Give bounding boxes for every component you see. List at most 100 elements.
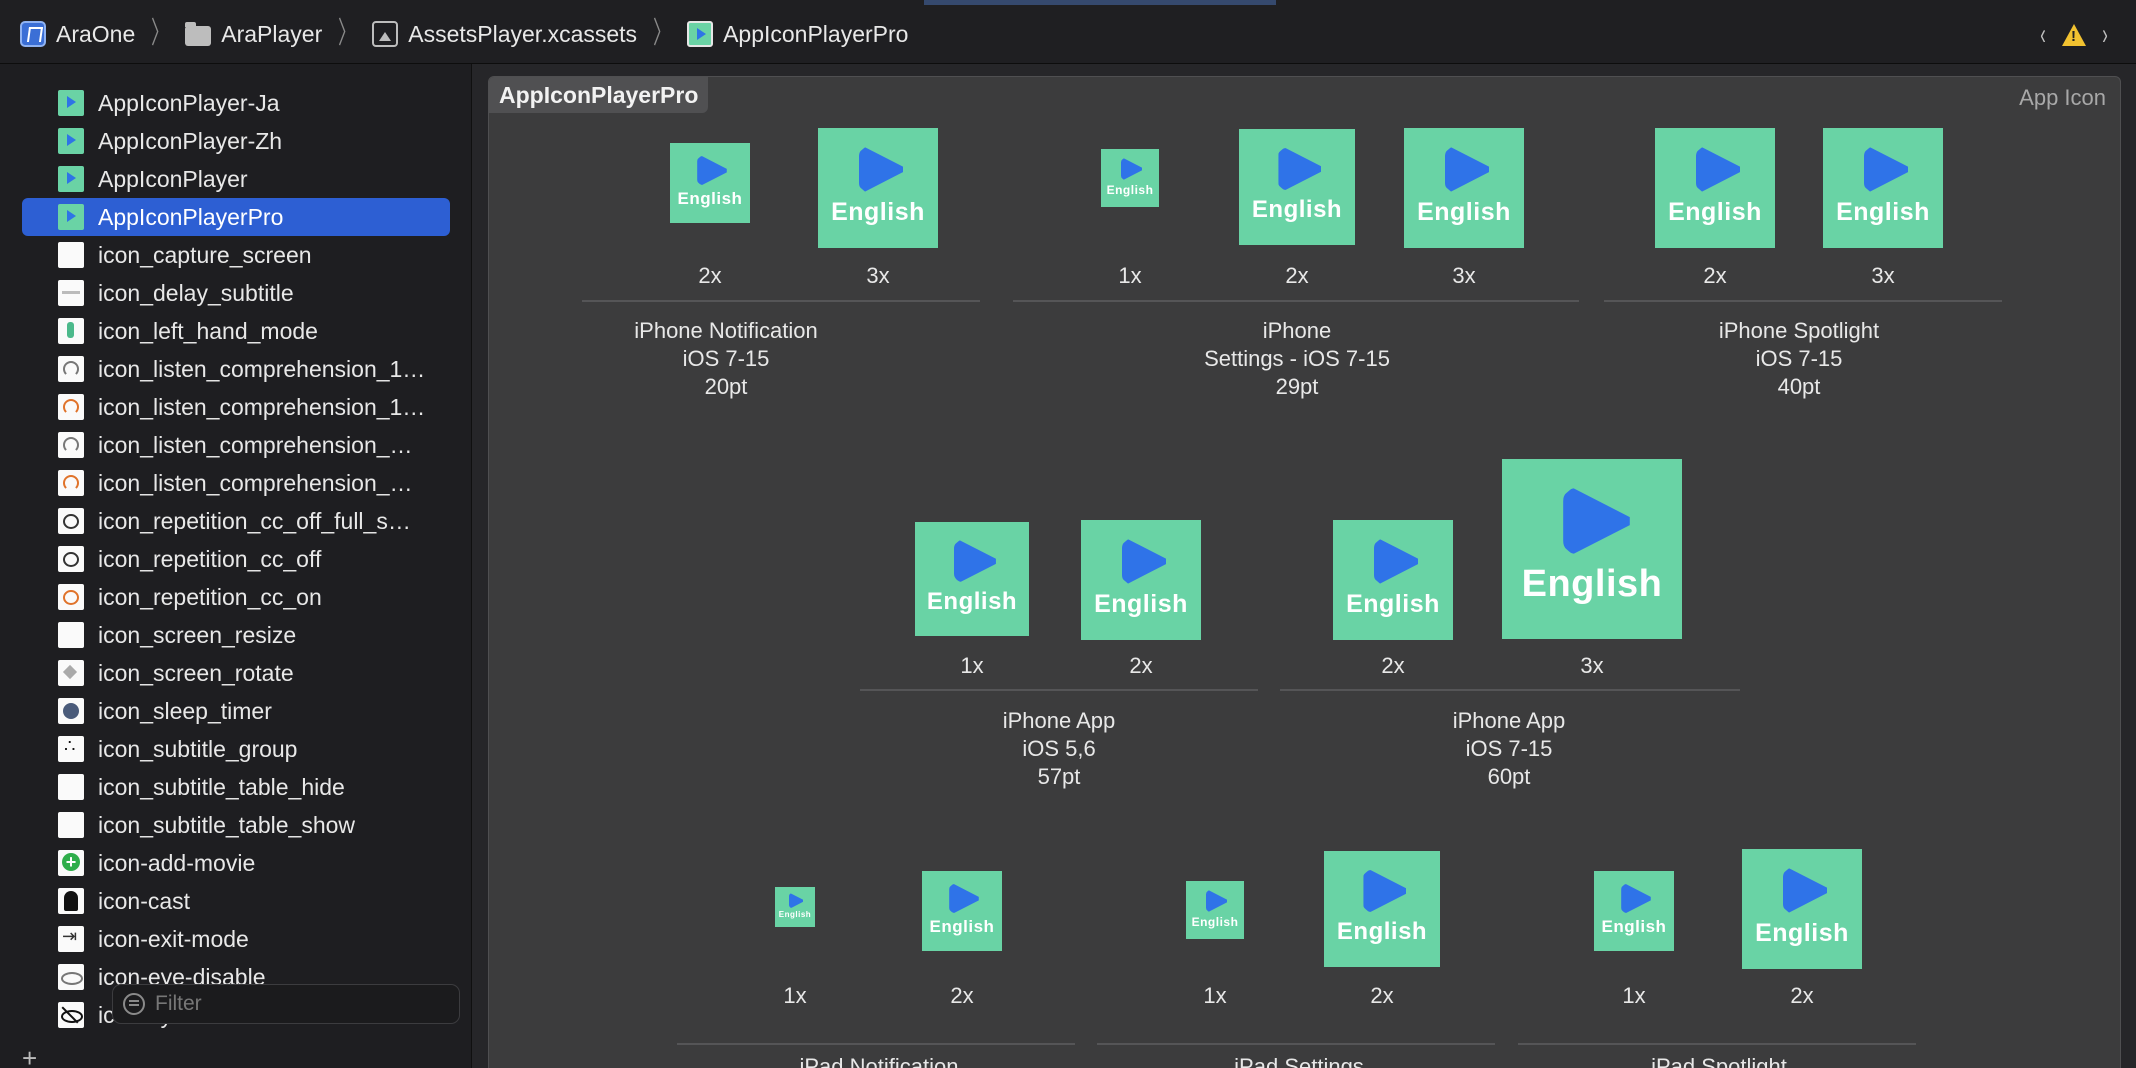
sidebar-item[interactable]: icon_subtitle_table_show [22,806,450,844]
sidebar-item[interactable]: icon-cast [22,882,450,920]
caption-line: iPad Spotlight [1651,1054,1787,1068]
scale-label: 1x [1622,983,1646,1008]
icon-caption-text: English [1601,917,1667,937]
sidebar-item-label: icon_listen_comprehension_… [98,469,413,496]
sidebar-item-label: icon-cast [98,887,191,914]
asset-catalog-icon [372,21,399,47]
app-icon-slot[interactable]: English [670,143,750,223]
caption-line: iPhone [1262,318,1332,343]
breadcrumb: AraOne 〉 AraPlayer 〉 AssetsPlayer.xcasse… [20,18,908,50]
icon-caption-text: English [1346,589,1440,618]
sidebar-item[interactable]: icon_screen_resize [22,616,450,654]
asset-thumbnail-icon [58,1002,84,1028]
app-icon-slot[interactable]: English [1502,459,1682,639]
sidebar-item[interactable]: icon_sleep_timer [22,692,450,730]
forward-button[interactable]: › [2102,18,2108,52]
active-tab-indicator [924,0,1276,5]
scale-label: 3x [1452,263,1476,288]
warning-triangle-icon[interactable] [2062,24,2086,46]
folder-icon [185,21,212,46]
app-icon-slot[interactable]: English [915,522,1029,636]
sidebar-item[interactable]: icon_listen_comprehension_1… [22,388,450,426]
sidebar-item-label: icon_repetition_cc_off_full_s… [98,507,411,534]
breadcrumb-icon-set[interactable]: AppIconPlayerPro [687,21,908,48]
sidebar-item[interactable]: AppIconPlayer-Ja [22,84,450,122]
icon-caption-text: English [1106,182,1154,197]
breadcrumb-folder[interactable]: AraPlayer [185,21,322,48]
sidebar-item[interactable]: AppIconPlayer [22,160,450,198]
sidebar-item-label: icon_subtitle_group [98,735,298,762]
group-divider [677,1043,1075,1045]
filter-field[interactable]: Filter [112,984,460,1024]
play-icon [858,147,904,192]
asset-thumbnail-icon [58,584,84,610]
app-icon-slot[interactable]: English [1823,128,1943,248]
add-asset-button[interactable]: + [22,1043,37,1068]
sidebar-item[interactable]: icon-exit-mode [22,920,450,958]
asset-thumbnail-icon [58,356,84,382]
play-icon [1863,147,1909,192]
sidebar-item[interactable]: icon_repetition_cc_off [22,540,450,578]
asset-thumbnail-icon [58,318,84,344]
sidebar-item[interactable]: icon_listen_comprehension_… [22,426,450,464]
play-icon [949,883,979,914]
asset-thumbnail-icon [58,508,84,534]
app-icon-slot[interactable]: English [1081,520,1201,640]
asset-thumbnail-icon [58,280,84,306]
sidebar-item-label: icon_subtitle_table_hide [98,773,345,800]
sidebar-item[interactable]: AppIconPlayerPro [22,198,450,236]
app-icon-slot[interactable]: English [1324,851,1440,967]
sidebar-item[interactable]: icon_subtitle_table_hide [22,768,450,806]
asset-thumbnail-icon [58,812,84,838]
asset-thumbnail-icon [58,90,84,116]
sidebar-item[interactable]: icon_screen_rotate [22,654,450,692]
sidebar-item[interactable]: icon_listen_comprehension_1… [22,350,450,388]
app-icon-slot[interactable]: English [775,887,815,927]
caption-line: 60pt [1487,764,1531,789]
slot-group-caption: iPhone Settings - iOS 7-15 29pt [1097,317,1497,401]
breadcrumb-separator: 〉 [151,17,170,50]
asset-list-sidebar: AppIconPlayer-Ja AppIconPlayer-Zh AppIconP… [0,64,472,1068]
asset-thumbnail-icon [58,394,84,420]
sidebar-item[interactable]: icon_delay_subtitle [22,274,450,312]
app-icon-slot[interactable]: English [1742,849,1862,969]
icon-caption-text: English [1251,196,1343,224]
app-icon-slot[interactable]: English [1404,128,1524,248]
slot-group-caption: iPhone Notification iOS 7-15 20pt [526,317,926,401]
caption-line: 29pt [1275,374,1319,399]
sidebar-item[interactable]: icon_capture_screen [22,236,450,274]
app-icon-slot[interactable]: English [922,871,1002,951]
icon-caption-text: English [831,197,925,226]
play-icon [1621,883,1651,914]
app-icon-slot[interactable]: English [1101,149,1159,207]
icon-caption-text: English [778,910,812,920]
app-icon-slot[interactable]: English [1333,520,1453,640]
sidebar-item[interactable]: icon_repetition_cc_off_full_s… [22,502,450,540]
breadcrumb-project[interactable]: AraOne [20,21,135,48]
sidebar-item[interactable]: AppIconPlayer-Zh [22,122,450,160]
sidebar-item-label: icon_screen_rotate [98,659,294,686]
icon-caption-text: English [1668,197,1762,226]
sidebar-item[interactable]: icon_listen_comprehension_… [22,464,450,502]
slot-group-caption: iPhone Spotlight iOS 7-15 40pt [1599,317,1999,401]
slot-group-caption: iPad Spotlight [1519,1053,1919,1068]
app-icon-slot[interactable]: English [1594,871,1674,951]
group-divider [582,300,980,302]
asset-thumbnail-icon [58,242,84,268]
sidebar-item-label: icon_delay_subtitle [98,279,294,306]
icon-caption-text: English [1836,197,1930,226]
app-icon-slot[interactable]: English [1239,129,1355,245]
sidebar-item[interactable]: icon_subtitle_group [22,730,450,768]
jump-bar: AraOne 〉 AraPlayer 〉 AssetsPlayer.xcasse… [0,0,2136,64]
asset-list: AppIconPlayer-Ja AppIconPlayer-Zh AppIconP… [22,84,450,1034]
back-button[interactable]: ‹ [2040,18,2046,52]
app-icon-slot[interactable]: English [1655,128,1775,248]
caption-line: iPhone Notification [634,318,818,343]
sidebar-item[interactable]: icon_left_hand_mode [22,312,450,350]
sidebar-item[interactable]: icon-add-movie [22,844,450,882]
breadcrumb-asset-catalog[interactable]: AssetsPlayer.xcassets [372,21,637,48]
sidebar-item[interactable]: icon_repetition_cc_on [22,578,450,616]
icon-caption-text: English [926,588,1018,616]
app-icon-slot[interactable]: English [1186,881,1244,939]
app-icon-slot[interactable]: English [818,128,938,248]
